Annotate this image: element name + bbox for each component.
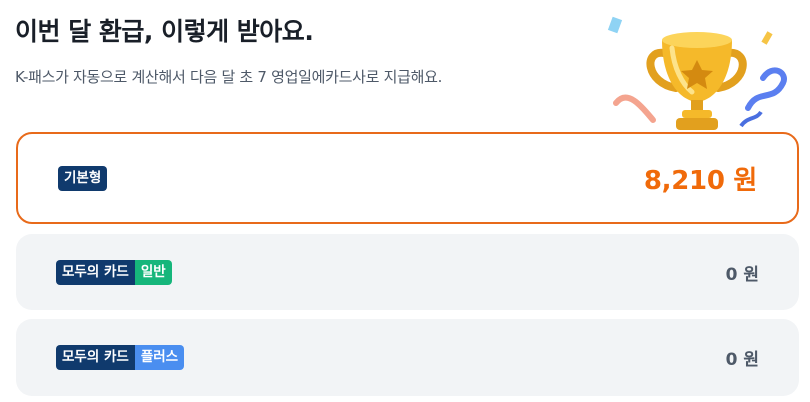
card-type-badge: 기본형 — [58, 165, 108, 191]
page-title: 이번 달 환급, 이렇게 받아요. — [15, 17, 314, 46]
refund-card-basic[interactable]: 기본형 8,210 원 — [16, 132, 799, 224]
refund-amount-modu-general: 0 원 — [725, 264, 759, 285]
trophy-icon — [607, 16, 787, 130]
refund-card-modu-plus[interactable]: 모두의 카드 플러스 0 원 — [16, 319, 799, 396]
refund-card-modu-general[interactable]: 모두의 카드 일반 0 원 — [16, 234, 799, 310]
badge-plus: 플러스 — [134, 345, 185, 370]
refund-amount-basic: 8,210 원 — [643, 165, 757, 196]
page-subtitle: K-패스가 자동으로 계산해서 다음 달 초 7 영업일에카드사로 지급해요. — [15, 68, 443, 86]
badge-general: 일반 — [134, 259, 172, 285]
trophy-illustration — [598, 8, 798, 138]
refund-amount-modu-plus: 0 원 — [725, 350, 759, 370]
card-type-badge: 모두의 카드 플러스 — [56, 345, 185, 370]
badge-basic: 기본형 — [58, 165, 108, 191]
card-type-badge: 모두의 카드 일반 — [56, 259, 172, 285]
badge-modu-card: 모두의 카드 — [56, 259, 135, 285]
badge-modu-card: 모두의 카드 — [56, 345, 135, 370]
